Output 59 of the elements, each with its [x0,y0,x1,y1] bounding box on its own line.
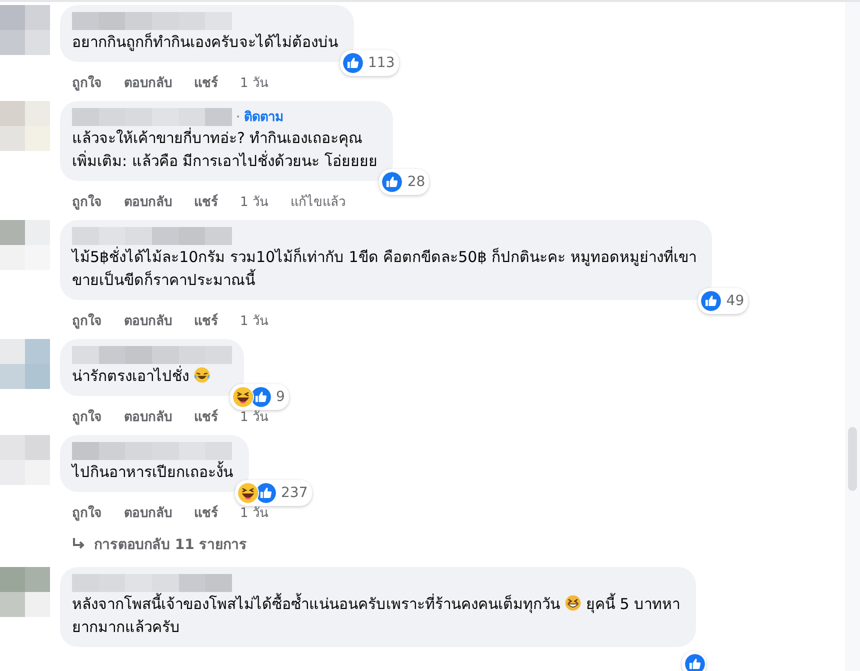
action-link[interactable]: ตอบกลับ [124,191,172,212]
action-link[interactable]: แชร์ [194,502,218,523]
comment-text: อยากกินถูกก็ทำกินเองครับจะได้ไม่ต้องบ่น [72,33,338,51]
view-replies-link[interactable]: การตอบกลับ 11 รายการ [72,533,248,555]
laughing-tears-face-icon [193,366,211,384]
reaction-count-badge[interactable] [682,651,706,671]
comment-text: ไปกินอาหารเปียกเถอะงั้น [72,463,233,481]
laughing-face-icon [232,386,254,408]
comment-text: เพิ่มเติม: แล้วคือ มีการเอาไปชั่งด้วยนะ โอ่ยยยย [72,152,378,170]
pixelated-avatar [0,567,50,617]
pixelated-avatar [0,5,50,55]
pixelated-avatar [0,435,50,485]
action-link[interactable]: ตอบกลับ [124,406,172,427]
action-link[interactable]: ถูกใจ [72,406,102,427]
like-icon [250,386,272,408]
laughing-face-icon [237,482,259,504]
reply-arrow-icon [72,537,86,551]
meta-text: แก้ไขแล้ว [290,193,346,212]
meta-text: 1 วัน [240,505,268,523]
separator-dot: · [236,108,240,126]
grinning-squint-face-icon [564,594,582,612]
comment-text: หลังจากโพสนี้เจ้าของโพสไม่ได้ซื้อซ้ำแน่นอนครับเพราะที่ร้านคงคนเต็มทุกวัน [72,595,560,613]
comment-text: ไม้5฿ชั่งได้ไม้ละ10กรัม รวม10ไม้ก็เท่ากับ 1ขีด คือตกขีดละ50฿ ก็ปกตินะคะ หมูทอดหมูย่างที่เขา [72,248,696,266]
action-link[interactable]: ตอบกลับ [124,310,172,331]
meta-text: 1 วัน [240,75,268,93]
meta-text: 1 วัน [240,194,268,212]
follow-link[interactable]: ติดตาม [244,106,284,128]
reaction-count-badge[interactable]: 113 [340,50,399,76]
action-link[interactable]: ตอบกลับ [124,72,172,93]
comment-text: ยากมากแล้วครับ [72,618,180,636]
meta-text: 1 วัน [240,409,268,427]
like-icon [381,171,404,193]
comment-text: ยุคนี้ 5 บาทหา [586,595,680,613]
pixelated-avatar [0,339,50,389]
like-icon [342,52,364,74]
action-link[interactable]: ถูกใจ [72,310,102,331]
reaction-count-badge[interactable]: 9 [230,384,289,410]
action-link[interactable]: แชร์ [194,191,218,212]
comment-text: น่ารักตรงเอาไปชั่ง [72,367,189,385]
like-icon [255,482,277,504]
action-link[interactable]: แชร์ [194,72,218,93]
pixelated-avatar [0,101,50,151]
pixelated-avatar [0,220,50,270]
reaction-count-badge[interactable]: 49 [698,288,748,314]
action-link[interactable]: ถูกใจ [72,72,102,93]
action-link[interactable]: ตอบกลับ [124,502,172,523]
meta-text: 1 วัน [240,313,268,331]
scrollbar-thumb[interactable] [848,427,857,491]
comment-text: ขายเป็นขีดก็ราคาประมาณนี้ [72,271,255,289]
action-link[interactable]: แชร์ [194,406,218,427]
reaction-count-badge[interactable]: 28 [379,169,430,195]
comment-text: แล้วจะให้เค้าขายกี่บาทอ่ะ? ทำกินเองเถอะคุณ [72,129,363,147]
action-link[interactable]: ถูกใจ [72,191,102,212]
like-icon [684,653,706,671]
scrollbar[interactable] [845,2,860,671]
like-icon [700,290,722,312]
action-link[interactable]: ถูกใจ [72,502,102,523]
action-link[interactable]: แชร์ [194,310,218,331]
reaction-count-badge[interactable]: 237 [235,480,312,506]
